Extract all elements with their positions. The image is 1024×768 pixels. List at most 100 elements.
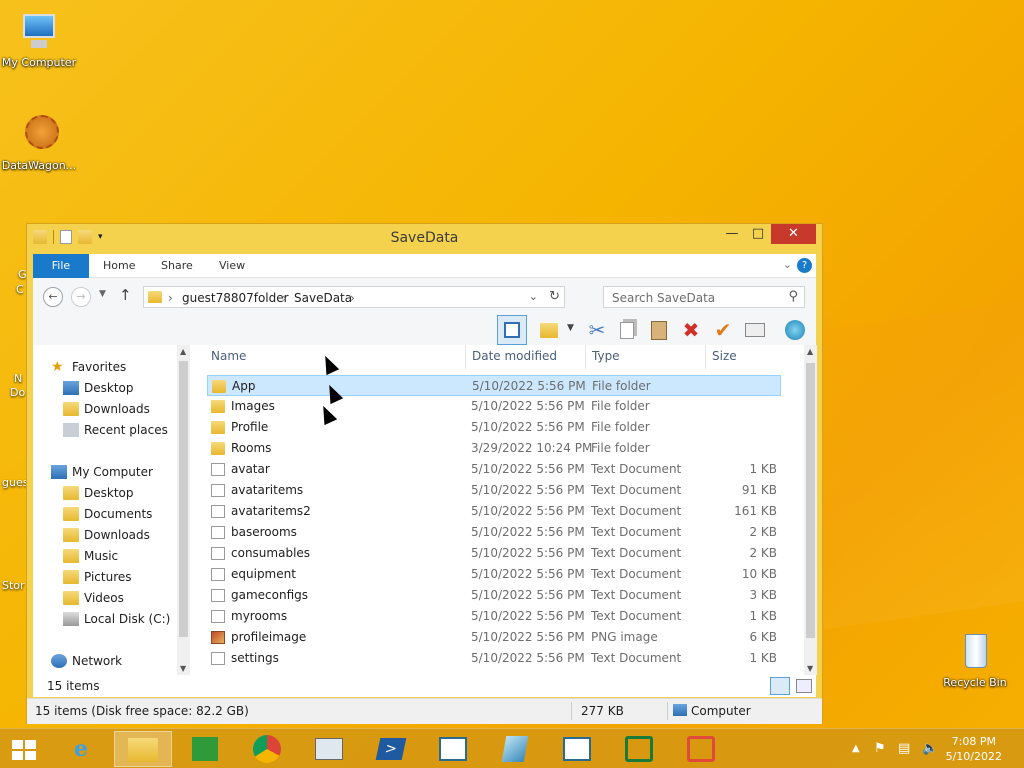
search-icon[interactable]: ⚲ — [788, 289, 798, 304]
column-separator[interactable] — [705, 345, 706, 369]
nav-label: Desktop — [84, 486, 134, 500]
refresh-icon[interactable]: ↻ — [549, 289, 560, 304]
file-row[interactable]: avataritems2 5/10/2022 5:56 PM Text Docume… — [207, 501, 781, 522]
minimize-button[interactable]: — — [718, 224, 746, 244]
recent-locations-icon[interactable]: ▼ — [99, 289, 106, 299]
desktop-icon-my-computer[interactable]: My Computer — [0, 10, 78, 69]
preview-pane-icon[interactable] — [497, 315, 527, 345]
file-row[interactable]: consumables 5/10/2022 5:56 PM Text Documen… — [207, 543, 781, 564]
tab-share[interactable]: Share — [151, 254, 203, 278]
file-name: profileimage — [231, 630, 307, 644]
nav-fav-desktop[interactable]: Desktop — [63, 378, 134, 399]
nav-pc-local-disk[interactable]: Local Disk (C:) — [63, 609, 170, 630]
breadcrumb-guest-folder[interactable]: guest78807folder — [182, 291, 289, 305]
folder-icon — [211, 421, 225, 434]
tray-expand-icon[interactable]: ▲ — [852, 743, 860, 754]
tab-home[interactable]: Home — [93, 254, 145, 278]
taskbar-file-explorer[interactable] — [114, 731, 172, 767]
clock[interactable]: 7:08 PM 5/10/2022 — [946, 734, 1002, 764]
globe-icon[interactable] — [783, 318, 807, 342]
tab-file[interactable]: File — [33, 254, 89, 278]
desktop-icon-datawagon[interactable]: DataWagon... — [0, 113, 78, 172]
file-row[interactable]: Profile 5/10/2022 5:56 PM File folder — [207, 417, 781, 438]
nav-scrollbar[interactable]: ▲ ▼ — [177, 345, 190, 675]
taskbar-app-2[interactable] — [486, 731, 544, 767]
nav-pc-documents[interactable]: Documents — [63, 504, 152, 525]
rename-icon[interactable]: ✔ — [711, 318, 735, 342]
taskbar-internet-explorer[interactable]: e — [52, 731, 110, 767]
file-row[interactable]: profileimage 5/10/2022 5:56 PM PNG image 6 … — [207, 627, 781, 648]
title-bar[interactable]: ▾ SaveData — □ ✕ — [27, 224, 822, 254]
file-row[interactable]: baserooms 5/10/2022 5:56 PM Text Document 2… — [207, 522, 781, 543]
taskbar-powershell[interactable]: > — [362, 731, 420, 767]
nav-my-computer[interactable]: My Computer — [51, 462, 153, 483]
start-button[interactable] — [0, 731, 48, 767]
taskbar-app-window-1[interactable] — [424, 731, 482, 767]
scrollbar-thumb[interactable] — [806, 363, 815, 638]
file-list-scrollbar[interactable]: ▲ ▼ — [804, 345, 817, 675]
nav-pc-downloads[interactable]: Downloads — [63, 525, 150, 546]
taskbar-store[interactable] — [176, 731, 234, 767]
network-tray-icon[interactable]: ▤ — [898, 741, 910, 756]
column-separator[interactable] — [465, 345, 466, 369]
details-view-button[interactable] — [770, 677, 790, 695]
file-row[interactable]: settings 5/10/2022 5:56 PM Text Document 1 … — [207, 648, 781, 669]
copy-icon[interactable] — [615, 318, 639, 342]
file-row[interactable]: App 5/10/2022 5:56 PM File folder — [207, 375, 781, 396]
star-icon: ★ — [51, 358, 64, 375]
column-name[interactable]: Name — [211, 349, 246, 363]
volume-muted-icon[interactable]: 🔈 — [922, 741, 938, 756]
tab-view[interactable]: View — [209, 254, 255, 278]
file-row[interactable]: Rooms 3/29/2022 10:24 PM File folder — [207, 438, 781, 459]
nav-label: My Computer — [72, 465, 153, 479]
address-input[interactable]: › guest78807folder › SaveData › ⌄ ↻ — [143, 286, 565, 308]
file-row[interactable]: myrooms 5/10/2022 5:56 PM Text Document 1 K… — [207, 606, 781, 627]
organize-icon[interactable] — [537, 318, 561, 342]
maximize-button[interactable]: □ — [744, 224, 772, 244]
cut-icon[interactable]: ✂ — [585, 318, 609, 342]
nav-pc-pictures[interactable]: Pictures — [63, 567, 132, 588]
properties-toolbar-icon[interactable] — [743, 318, 767, 342]
forward-button[interactable]: → — [71, 287, 91, 307]
file-row[interactable]: equipment 5/10/2022 5:56 PM Text Document 1… — [207, 564, 781, 585]
organize-dropdown-icon[interactable]: ▼ — [567, 323, 574, 333]
column-type[interactable]: Type — [592, 349, 620, 363]
breadcrumb-savedata[interactable]: SaveData — [294, 291, 352, 305]
action-center-flag-icon[interactable]: ⚑ — [874, 741, 886, 756]
desktop-icon-recycle-bin[interactable]: Recycle Bin — [936, 630, 1014, 689]
nav-fav-downloads[interactable]: Downloads — [63, 399, 150, 420]
file-row[interactable]: avataritems 5/10/2022 5:56 PM Text Documen… — [207, 480, 781, 501]
back-button[interactable]: ← — [43, 287, 63, 307]
nav-pc-music[interactable]: Music — [63, 546, 118, 567]
file-row[interactable]: Images 5/10/2022 5:56 PM File folder — [207, 396, 781, 417]
file-row[interactable]: avatar 5/10/2022 5:56 PM Text Document 1 KB — [207, 459, 781, 480]
file-date: 5/10/2022 5:56 PM — [471, 525, 585, 539]
paste-icon[interactable] — [647, 318, 671, 342]
nav-fav-recent[interactable]: Recent places — [63, 420, 168, 441]
delete-icon[interactable]: ✖ — [679, 318, 703, 342]
address-dropdown-icon[interactable]: ⌄ — [529, 290, 538, 303]
column-date-modified[interactable]: Date modified — [472, 349, 557, 363]
taskbar-performance-monitor[interactable] — [300, 731, 358, 767]
nav-pc-videos[interactable]: Videos — [63, 588, 124, 609]
nav-favorites[interactable]: ★ Favorites — [51, 357, 126, 378]
taskbar-app-5[interactable] — [672, 731, 730, 767]
large-icons-view-button[interactable] — [796, 679, 812, 693]
taskbar-app-window-3[interactable] — [548, 731, 606, 767]
column-separator[interactable] — [585, 345, 586, 369]
file-row[interactable]: gameconfigs 5/10/2022 5:56 PM Text Documen… — [207, 585, 781, 606]
help-icon[interactable]: ? — [797, 258, 812, 273]
up-button[interactable]: ↑ — [119, 286, 132, 304]
nav-network[interactable]: Network — [51, 651, 122, 672]
close-button[interactable]: ✕ — [771, 224, 816, 244]
details-status: 15 items — [33, 675, 816, 697]
computer-icon — [17, 10, 61, 54]
file-name: Rooms — [231, 441, 272, 455]
taskbar-chrome[interactable] — [238, 731, 296, 767]
taskbar-app-4[interactable] — [610, 731, 668, 767]
nav-pc-desktop[interactable]: Desktop — [63, 483, 134, 504]
expand-ribbon-icon[interactable]: ⌄ — [783, 258, 792, 271]
search-input[interactable]: Search SaveData ⚲ — [603, 286, 805, 308]
nav-label: Downloads — [84, 528, 150, 542]
column-size[interactable]: Size — [712, 349, 737, 363]
